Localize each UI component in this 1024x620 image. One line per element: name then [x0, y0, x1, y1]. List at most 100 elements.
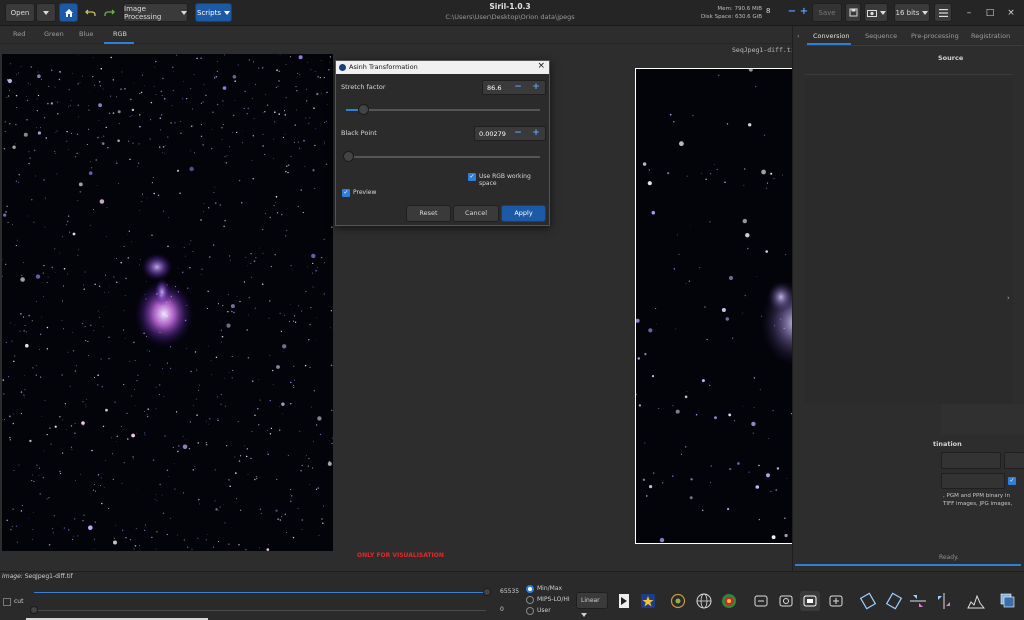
destination-browse-field[interactable] [1004, 452, 1024, 469]
output-format-field[interactable] [941, 473, 1005, 489]
formats-line-1: , PGM and PPM binary in [943, 493, 1010, 499]
black-point-decrease-button[interactable]: − [511, 127, 525, 140]
star [46, 498, 48, 500]
star [104, 305, 106, 307]
high-level-handle[interactable] [483, 588, 491, 596]
star [108, 112, 111, 114]
star [238, 543, 240, 546]
increase-threads-button[interactable]: + [798, 6, 810, 18]
save-as-button[interactable] [845, 3, 861, 22]
star [689, 496, 693, 500]
preview-checkbox[interactable]: ✓ [342, 189, 350, 197]
star [770, 490, 772, 492]
undo-button[interactable] [81, 3, 99, 22]
star [24, 396, 25, 398]
star [139, 209, 140, 211]
tab-preprocessing[interactable]: Pre-processing [911, 32, 959, 40]
histogram-button[interactable] [966, 591, 986, 611]
tab-registration[interactable]: Registration [971, 32, 1010, 40]
dialog-titlebar[interactable]: Asinh Transformation × [336, 61, 549, 74]
star [141, 193, 143, 195]
cut-checkbox[interactable] [3, 598, 11, 606]
scripts-menu[interactable]: Scripts [195, 3, 232, 22]
radio-minmax[interactable] [526, 585, 534, 593]
star [323, 238, 325, 240]
black-point-spinner[interactable]: 0.00279 − + [474, 126, 546, 141]
stretch-factor-spinner[interactable]: 86.6 − + [482, 80, 546, 95]
low-level-handle[interactable] [30, 606, 38, 614]
mirror-y-button[interactable] [934, 591, 954, 611]
rgb-space-checkbox[interactable]: ✓ [468, 173, 476, 181]
dialog-close-button[interactable]: × [537, 61, 545, 71]
stretch-slider-handle[interactable] [358, 104, 370, 115]
negative-view-button[interactable] [614, 591, 634, 611]
tab-conversion[interactable]: Conversion [813, 32, 849, 40]
star [701, 379, 705, 383]
radio-mips[interactable] [526, 596, 534, 604]
photometry-button[interactable] [668, 591, 688, 611]
open-button[interactable]: Open [5, 3, 35, 22]
cancel-button[interactable]: Cancel [453, 205, 499, 222]
apply-button[interactable]: Apply [501, 205, 546, 222]
star [156, 531, 158, 533]
redo-button[interactable] [100, 3, 118, 22]
zoom-100-button[interactable] [800, 591, 820, 611]
snapshot-dropdown[interactable] [864, 3, 888, 22]
stretch-decrease-button[interactable]: − [511, 81, 525, 94]
black-point-slider-handle[interactable] [342, 151, 354, 162]
close-button[interactable]: × [1004, 6, 1018, 20]
image-processing-menu[interactable]: Image Processing [123, 3, 188, 22]
tab-rgb[interactable]: RGB [113, 30, 127, 38]
black-point-slider[interactable] [346, 156, 540, 158]
maximize-button[interactable]: □ [983, 6, 997, 20]
debayer-checkbox[interactable]: ✓ [1008, 477, 1016, 485]
zoom-in-button[interactable] [826, 591, 846, 611]
home-button[interactable] [59, 3, 78, 22]
black-point-value[interactable]: 0.00279 [479, 130, 506, 138]
stretch-increase-button[interactable]: + [529, 81, 543, 94]
zoom-out-button[interactable] [751, 591, 771, 611]
tab-blue[interactable]: Blue [79, 30, 93, 38]
zoom-fit-button[interactable] [776, 591, 796, 611]
star [305, 455, 307, 456]
tab-red[interactable]: Red [13, 30, 25, 38]
star [124, 295, 126, 297]
star [87, 354, 89, 356]
reset-button[interactable]: Reset [406, 205, 451, 222]
tab-green[interactable]: Green [44, 30, 64, 38]
rotate-left-button[interactable] [858, 591, 878, 611]
star [149, 138, 151, 140]
display-scale-select[interactable]: Linear [576, 592, 608, 617]
save-button[interactable]: Save [812, 3, 842, 22]
rgb-image-view[interactable] [2, 54, 333, 551]
panel-scroll-left[interactable]: ‹ [797, 32, 800, 40]
main-menu-button[interactable] [934, 3, 952, 22]
layers-button[interactable] [998, 591, 1018, 611]
recent-files-dropdown[interactable] [36, 3, 56, 22]
panel-scroll-right[interactable]: › [1007, 294, 1010, 302]
star [9, 439, 11, 441]
star [326, 91, 328, 94]
plate-solve-button[interactable] [694, 591, 714, 611]
bit-depth-select[interactable]: 16 bits [894, 3, 930, 22]
source-file-list[interactable] [805, 78, 1013, 404]
color-saturation-button[interactable] [638, 591, 658, 611]
black-point-increase-button[interactable]: + [529, 127, 543, 140]
star [307, 61, 308, 63]
minimize-button[interactable]: – [962, 6, 976, 20]
star [236, 131, 238, 134]
high-level-slider[interactable] [34, 592, 486, 593]
star [237, 420, 239, 423]
rotate-right-button[interactable] [884, 591, 904, 611]
thread-count-field[interactable]: 8 [766, 7, 780, 19]
mirror-x-button[interactable] [908, 591, 928, 611]
target-button[interactable] [719, 591, 739, 611]
destination-name-field[interactable] [941, 452, 1001, 469]
low-level-slider[interactable] [34, 610, 486, 611]
radio-minmax-label: Min/Max [537, 585, 563, 592]
tab-sequence[interactable]: Sequence [865, 32, 897, 40]
radio-user[interactable] [526, 607, 534, 615]
stretch-factor-slider[interactable] [346, 109, 540, 111]
stretch-factor-value[interactable]: 86.6 [487, 84, 501, 92]
decrease-threads-button[interactable]: − [786, 6, 798, 18]
